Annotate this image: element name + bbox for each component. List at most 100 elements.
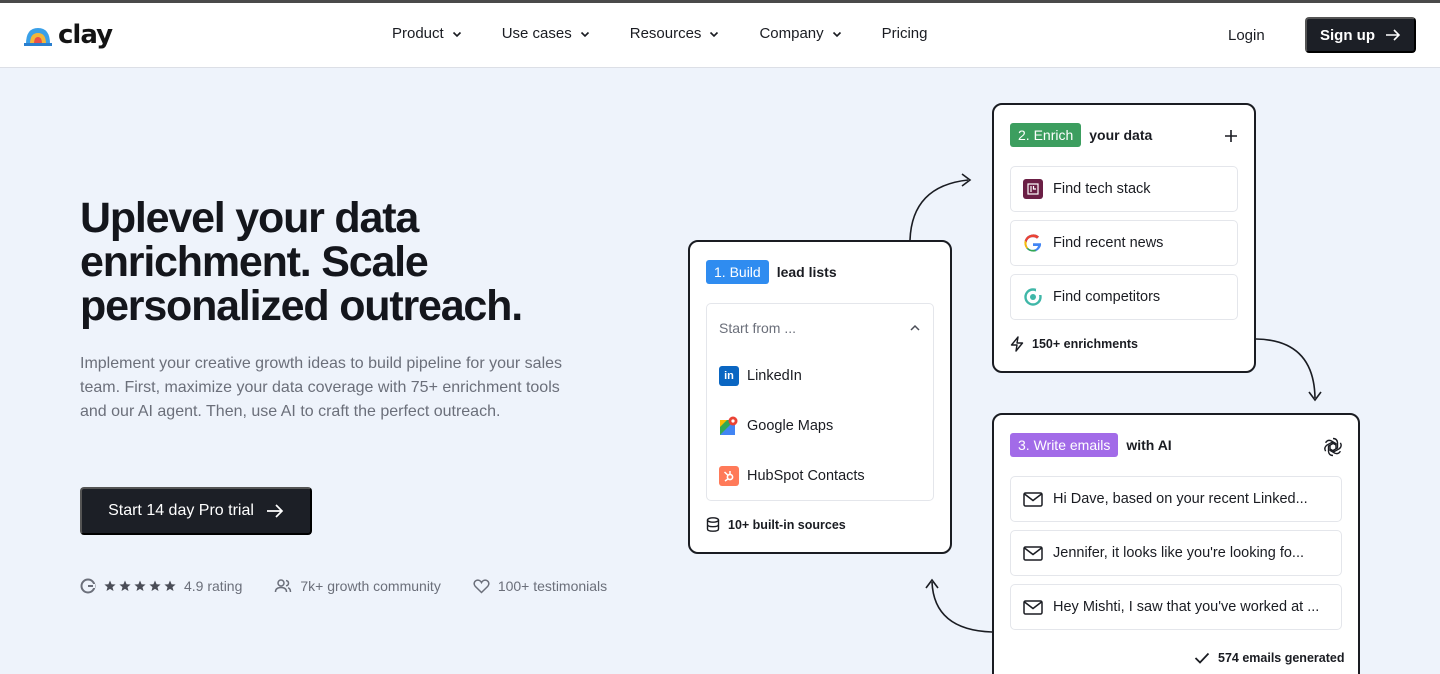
logo[interactable]: clay: [24, 20, 113, 50]
write-card-header: 3. Write emails with AI: [1010, 433, 1172, 457]
enrich-heading: your data: [1089, 127, 1153, 143]
build-footer: 10+ built-in sources: [706, 517, 846, 532]
star-icon: [164, 580, 176, 591]
enrich-card: 2. Enrich your data Find tech stack Find…: [992, 103, 1256, 373]
arrow-write-to-build: [931, 581, 993, 633]
start-trial-button[interactable]: Start 14 day Pro trial: [80, 487, 312, 535]
enrichment-label: Find recent news: [1053, 235, 1164, 251]
star-icon: [134, 580, 146, 591]
google-icon: [1024, 234, 1042, 252]
write-card: 3. Write emails with AI Hi Dave, based o…: [992, 413, 1360, 674]
testimonials-item: 100+ testimonials: [473, 578, 607, 594]
arrow-right-icon: [266, 504, 284, 518]
openai-icon: [1324, 437, 1342, 457]
plus-icon[interactable]: [1224, 129, 1238, 143]
enrich-footer: 150+ enrichments: [1010, 336, 1138, 352]
rating-text: 4.9 rating: [184, 578, 243, 594]
mail-icon: [1023, 545, 1043, 561]
email-preview: Hi Dave, based on your recent Linked...: [1053, 491, 1308, 507]
enrich-tag: 2. Enrich: [1010, 123, 1082, 147]
enrichment-label: Find competitors: [1053, 289, 1161, 305]
hubspot-icon: [719, 466, 739, 486]
arrow-right-icon: [1386, 29, 1401, 41]
source-option-hubspot[interactable]: HubSpot Contacts: [719, 466, 865, 486]
star-icon: [119, 580, 131, 591]
nav-item-pricing[interactable]: Pricing: [882, 25, 928, 42]
email-preview: Jennifer, it looks like you're looking f…: [1053, 545, 1305, 561]
users-icon: [275, 579, 292, 593]
enrichment-row-recent-news[interactable]: Find recent news: [1010, 220, 1238, 266]
community-item: 7k+ growth community: [274, 578, 441, 594]
nav-item-product[interactable]: Product: [392, 25, 462, 42]
clay-logo-icon: [24, 28, 52, 46]
lightning-icon: [1010, 336, 1024, 352]
chevron-down-icon: [580, 31, 589, 37]
write-tag: 3. Write emails: [1010, 433, 1119, 457]
email-preview: Hey Mishti, I saw that you've worked at …: [1053, 599, 1320, 615]
chevron-up-icon: [910, 324, 920, 331]
write-footer: 574 emails generated: [1194, 651, 1344, 665]
nav-item-label: Product: [392, 25, 444, 42]
enrich-footer-text: 150+ enrichments: [1032, 337, 1138, 351]
write-footer-text: 574 emails generated: [1218, 651, 1345, 665]
community-text: 7k+ growth community: [300, 578, 441, 594]
arrowhead-icon: [925, 578, 939, 589]
source-select-placeholder: Start from ...: [719, 320, 797, 336]
start-trial-label: Start 14 day Pro trial: [108, 502, 254, 519]
build-card-header: 1. Build lead lists: [706, 260, 837, 284]
g2-icon: [80, 578, 96, 594]
competitors-icon: [1024, 288, 1042, 306]
login-link[interactable]: Login: [1228, 27, 1265, 44]
build-card: 1. Build lead lists Start from ... in Li…: [688, 240, 952, 554]
social-proof: 4.9 rating 7k+ growth community 100+ tes…: [80, 578, 639, 594]
hero-title: Uplevel your data enrichment. Scale pers…: [80, 194, 523, 330]
nav-menu: Product Use cases Resources Company Pric…: [392, 25, 968, 42]
chevron-down-icon: [832, 31, 841, 37]
arrow-enrich-to-write: [1255, 338, 1316, 399]
mail-icon: [1023, 491, 1043, 507]
nav-item-label: Resources: [629, 25, 702, 42]
google-maps-icon: [720, 416, 738, 435]
enrichment-row-tech-stack[interactable]: Find tech stack: [1010, 166, 1238, 212]
mail-icon: [1023, 599, 1043, 615]
builtwith-icon: [1023, 179, 1043, 199]
nav-item-label: Company: [759, 25, 824, 42]
arrowhead-icon: [1308, 391, 1322, 402]
hero-subtitle: Implement your creative growth ideas to …: [80, 355, 563, 420]
logo-text: clay: [58, 20, 113, 50]
nav-item-company[interactable]: Company: [759, 25, 841, 42]
chevron-down-icon: [710, 31, 719, 37]
source-select[interactable]: Start from ...: [707, 304, 933, 352]
nav-item-resources[interactable]: Resources: [630, 25, 720, 42]
enrichment-label: Find tech stack: [1053, 181, 1151, 197]
source-option-linkedin[interactable]: in LinkedIn: [719, 366, 802, 386]
build-footer-text: 10+ built-in sources: [728, 517, 846, 532]
source-option-label: HubSpot Contacts: [747, 468, 865, 484]
star-rating: [104, 580, 176, 592]
nav-item-label: Pricing: [881, 25, 928, 42]
star-icon: [104, 580, 116, 591]
email-row[interactable]: Hey Mishti, I saw that you've worked at …: [1010, 584, 1342, 630]
source-option-label: LinkedIn: [747, 368, 802, 384]
enrichment-row-competitors[interactable]: Find competitors: [1010, 274, 1238, 320]
write-heading: with AI: [1126, 437, 1172, 453]
star-icon: [149, 580, 161, 591]
rating-item: 4.9 rating: [80, 578, 242, 594]
enrich-card-header: 2. Enrich your data: [1010, 123, 1152, 147]
signup-button[interactable]: Sign up: [1305, 17, 1416, 53]
database-icon: [706, 517, 720, 532]
linkedin-icon: in: [719, 366, 739, 386]
check-icon: [1194, 652, 1210, 664]
source-dropdown: Start from ... in LinkedIn Google Maps H…: [706, 303, 934, 501]
heart-icon: [473, 578, 490, 594]
email-row[interactable]: Jennifer, it looks like you're looking f…: [1010, 530, 1342, 576]
nav-item-use-cases[interactable]: Use cases: [502, 25, 590, 42]
source-option-label: Google Maps: [747, 418, 834, 434]
nav-item-label: Use cases: [501, 25, 572, 42]
signup-label: Sign up: [1320, 26, 1375, 44]
source-option-google-maps[interactable]: Google Maps: [719, 416, 833, 436]
top-nav: clay Product Use cases Resources Company…: [0, 3, 1440, 68]
arrow-build-to-enrich: [909, 179, 969, 241]
email-row[interactable]: Hi Dave, based on your recent Linked...: [1010, 476, 1342, 522]
arrowhead-icon: [961, 173, 972, 187]
